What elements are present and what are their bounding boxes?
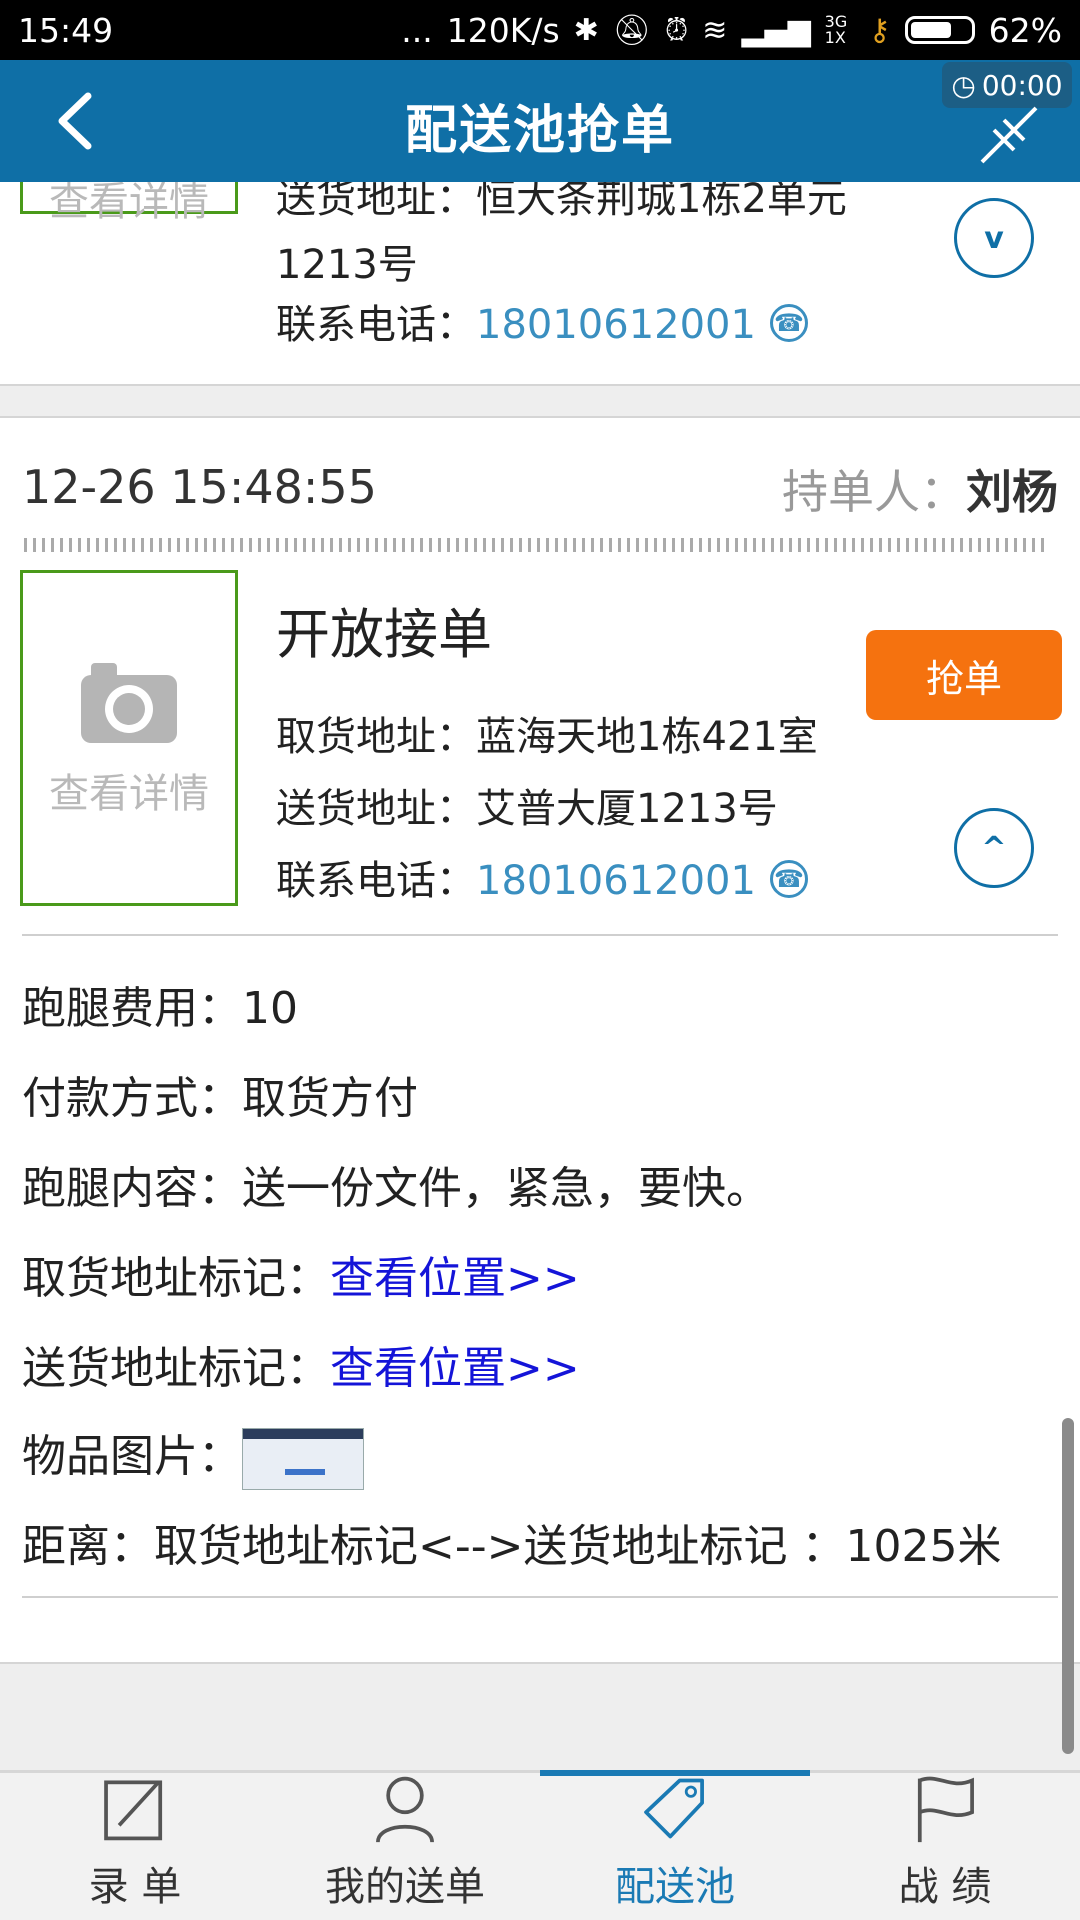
fee-label: 跑腿费用： — [22, 983, 242, 1034]
collapse-button[interactable]: ^ — [954, 808, 1034, 888]
pickup-mark-row: 取货地址标记：查看位置>> — [22, 1242, 580, 1306]
distance-row: 距离：取货地址标记<-->送货地址标记 ：1025米 — [22, 1521, 1002, 1572]
key-icon: ⚷ — [868, 12, 891, 48]
fee-value: 10 — [242, 983, 298, 1034]
card-bottom-divider — [22, 1596, 1058, 1598]
status-time: 15:49 — [18, 10, 114, 50]
prev-delivery-address-line2: 1213号 — [276, 242, 418, 288]
battery-level: 62% — [988, 10, 1062, 50]
delivery-mark-row: 送货地址标记：查看位置>> — [22, 1332, 580, 1396]
status-speed: 120K/s — [446, 10, 560, 50]
prev-delivery-address: 送货地址：恒大条荆城1栋2单元 — [276, 182, 847, 224]
holder-label: 持单人： — [782, 465, 966, 519]
prev-thumb-label: 查看详情 — [49, 182, 209, 225]
tab-delivery-pool[interactable]: 配送池 — [540, 1770, 810, 1920]
order-holder: 持单人：刘杨 — [782, 456, 1058, 522]
app-header: 配送池抢单 ◷ 00:00 — [0, 60, 1080, 182]
status-right: ... 120K/s ✱ 🔕︎ ⏰︎ ≋ ▂▄▆ 3G 1X ⚷ 62% — [401, 11, 1062, 50]
card-separator — [0, 384, 1080, 418]
bottom-tab-bar: 录 单 我的送单 配送池 战 绩 — [0, 1770, 1080, 1920]
payment-row: 付款方式：取货方付 — [22, 1062, 418, 1126]
alarm-icon: ⏰︎ — [664, 12, 689, 48]
mute-icon: 🔕︎ — [612, 12, 651, 48]
pickup-mark-label: 取货地址标记： — [22, 1253, 330, 1304]
tab-record-order[interactable]: 录 单 — [0, 1773, 270, 1920]
payment-label: 付款方式： — [22, 1073, 242, 1124]
timer-icon: ◷ — [951, 68, 976, 102]
delivery-label: 送货地址： — [276, 786, 476, 832]
network-type: 3G 1X — [824, 12, 848, 47]
prev-delivery-label: 送货地址： — [276, 182, 476, 222]
photo-row: 物品图片： — [22, 1420, 364, 1490]
grab-order-button[interactable]: 抢单 — [866, 630, 1062, 720]
status-dots: ... — [401, 10, 433, 50]
tab-label: 我的送单 — [325, 1864, 485, 1910]
content-row: 跑腿内容：送一份文件，紧急，要快。 — [22, 1152, 770, 1216]
phone-label: 联系电话： — [276, 858, 476, 904]
payment-value: 取货方付 — [242, 1073, 418, 1124]
delivery-value: 艾普大厦1213号 — [476, 786, 778, 832]
order-list[interactable]: 查看详情 送货地址：恒大条荆城1栋2单元 1213号 联系电话：18010612… — [0, 182, 1080, 1772]
tab-label: 录 单 — [88, 1864, 182, 1910]
delivery-mark-label: 送货地址标记： — [22, 1343, 330, 1394]
tab-label: 战 绩 — [898, 1864, 992, 1910]
pickup-location-link[interactable]: 查看位置>> — [330, 1253, 580, 1304]
timer-value: 00:00 — [981, 68, 1063, 102]
order-timestamp: 12-26 15:48:55 — [22, 460, 377, 514]
order-thumbnail[interactable]: 查看详情 — [20, 570, 238, 906]
fee-row: 跑腿费用：10 — [22, 972, 298, 1036]
content-label: 跑腿内容： — [22, 1163, 242, 1214]
tab-achievements[interactable]: 战 绩 — [810, 1773, 1080, 1920]
camera-icon — [81, 663, 177, 743]
pickup-label: 取货地址： — [276, 714, 476, 760]
prev-delivery-value: 恒大条荆城1栋2单元 — [476, 182, 847, 222]
pickup-address-row: 取货地址：蓝海天地1栋421室 — [276, 704, 818, 762]
list-footer-gap — [0, 1662, 1080, 1772]
order-status: 开放接单 — [276, 603, 492, 666]
signal-icon: ▂▄▆ — [741, 12, 811, 48]
order-card-previous: 查看详情 送货地址：恒大条荆城1栋2单元 1213号 联系电话：18010612… — [0, 182, 1080, 382]
order-card: 12-26 15:48:55 持单人：刘杨 查看详情 开放接单 抢单 取货地址：… — [0, 418, 1080, 1658]
status-bar: 15:49 ... 120K/s ✱ 🔕︎ ⏰︎ ≋ ▂▄▆ 3G 1X ⚷ 6… — [0, 0, 1080, 60]
content-value: 送一份文件，紧急，要快。 — [242, 1163, 770, 1214]
tag-icon — [644, 1778, 704, 1839]
flag-icon — [917, 1776, 974, 1843]
phone-number[interactable]: 18010612001 — [476, 858, 756, 904]
phone-row: 联系电话：18010612001 ☎ — [276, 848, 808, 906]
dotted-divider — [24, 538, 1048, 552]
scrollbar[interactable] — [1062, 1418, 1074, 1754]
thumb-label: 查看详情 — [49, 771, 209, 817]
details-divider — [22, 934, 1058, 936]
wifi-icon: ≋ — [702, 12, 728, 48]
user-icon — [376, 1776, 434, 1843]
edit-icon — [104, 1780, 163, 1841]
photo-label: 物品图片： — [22, 1431, 242, 1482]
delivery-location-link[interactable]: 查看位置>> — [330, 1343, 580, 1394]
expand-button[interactable]: v — [954, 198, 1034, 278]
phone-icon[interactable]: ☎ — [769, 304, 808, 342]
bluetooth-icon: ✱ — [573, 12, 599, 48]
tab-my-deliveries[interactable]: 我的送单 — [270, 1773, 540, 1920]
pickup-value: 蓝海天地1栋421室 — [476, 714, 818, 760]
prev-phone-row: 联系电话：18010612001 ☎ — [276, 292, 808, 350]
tab-label: 配送池 — [615, 1864, 735, 1910]
item-photo-thumbnail[interactable] — [242, 1428, 364, 1490]
prev-phone-number[interactable]: 18010612001 — [476, 302, 756, 348]
prev-phone-label: 联系电话： — [276, 302, 476, 348]
phone-icon[interactable]: ☎ — [769, 860, 808, 898]
holder-name: 刘杨 — [966, 465, 1058, 519]
battery-icon — [904, 16, 975, 44]
page-title: 配送池抢单 — [404, 101, 675, 161]
pin-icon[interactable] — [974, 100, 1044, 170]
prev-thumbnail[interactable]: 查看详情 — [20, 182, 238, 225]
delivery-address-row: 送货地址：艾普大厦1213号 — [276, 776, 778, 834]
